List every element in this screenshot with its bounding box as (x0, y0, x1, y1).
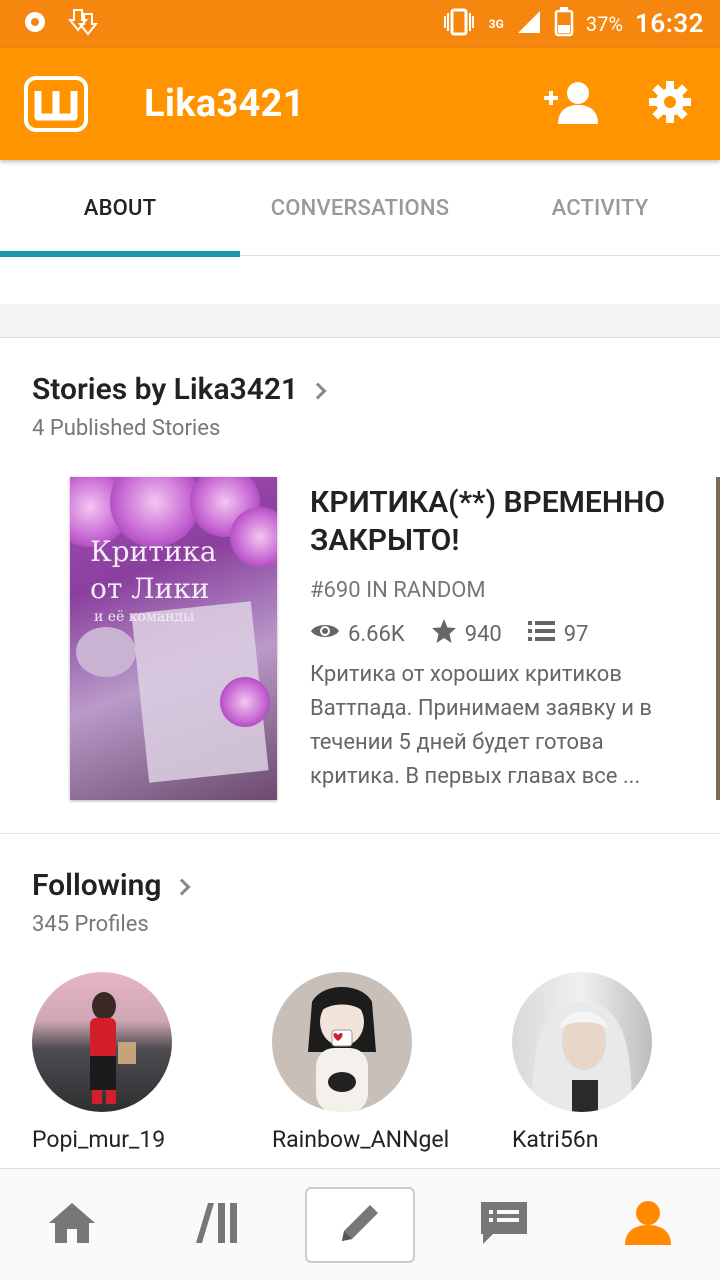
profile-tabs: ABOUT CONVERSATIONS ACTIVITY (0, 160, 720, 257)
story-description: Критика от хороших критиков Ваттпада. Пр… (310, 662, 652, 789)
tab-activity[interactable]: ACTIVITY (480, 160, 720, 256)
following-profile[interactable]: Popi_mur_19 (32, 972, 232, 1153)
votes-count: 940 (464, 621, 502, 647)
notification-dot-icon (24, 11, 46, 37)
app-bar: Lika3421 (0, 48, 720, 160)
divider (0, 833, 720, 834)
reads-count: 6.66K (348, 621, 405, 647)
cover-subtitle: и её команды (94, 609, 195, 625)
network-type: 3G (488, 17, 504, 31)
status-bar: 3G 37% 16:32 (0, 0, 720, 48)
signal-icon (516, 9, 542, 39)
stories-title: Stories by Lika3421 (32, 372, 299, 407)
nav-library[interactable] (161, 1187, 271, 1263)
following-title: Following (32, 868, 162, 903)
following-header[interactable]: Following (32, 868, 190, 903)
avatar[interactable] (272, 972, 412, 1112)
chevron-right-icon (173, 878, 190, 895)
download-icon (67, 8, 100, 40)
cover-title-line-2: от Лики (90, 572, 210, 605)
story-stats: 6.66K 940 97 (310, 618, 615, 650)
list-icon (527, 620, 556, 648)
stories-header[interactable]: Stories by Lika3421 (32, 372, 327, 407)
home-icon (47, 1201, 97, 1249)
profile-name: Popi_mur_19 (32, 1126, 166, 1153)
profile-icon (623, 1199, 673, 1251)
page-title: Lika3421 (144, 82, 305, 126)
battery-icon (554, 7, 574, 41)
parts-count: 97 (563, 621, 589, 647)
tab-about[interactable]: ABOUT (0, 160, 240, 257)
messages-icon (479, 1200, 529, 1250)
nav-messages[interactable] (449, 1187, 559, 1263)
nav-write[interactable] (305, 1187, 415, 1263)
clock: 16:32 (635, 9, 704, 39)
battery-percent: 37% (585, 12, 623, 36)
story-title[interactable]: КРИТИКА(**) ВРЕМЕННО ЗАКРЫТО! (310, 484, 700, 560)
next-story-peek[interactable] (716, 477, 720, 800)
bottom-navigation (0, 1168, 720, 1280)
story-cover[interactable]: Критика от Лики и её команды (70, 477, 277, 800)
vibrate-icon (441, 8, 477, 40)
story-rank: #690 IN RANDOM (310, 578, 486, 603)
wattpad-logo-icon[interactable] (24, 76, 88, 132)
star-icon (431, 618, 457, 650)
pencil-icon (336, 1199, 384, 1251)
cover-title-line-1: Критика (90, 535, 217, 568)
stories-count: 4 Published Stories (32, 416, 221, 441)
avatar[interactable] (512, 972, 652, 1112)
avatar[interactable] (32, 972, 172, 1112)
section-separator (0, 304, 720, 338)
following-profile[interactable]: Katri56n (512, 972, 712, 1153)
nav-profile[interactable] (593, 1187, 703, 1263)
nav-home[interactable] (17, 1187, 127, 1263)
gear-icon[interactable] (648, 80, 692, 128)
profile-name: Rainbow_ANNgel (272, 1126, 450, 1153)
following-count: 345 Profiles (32, 912, 149, 937)
tab-conversations[interactable]: CONVERSATIONS (240, 160, 480, 256)
following-profile[interactable]: Rainbow_ANNgel (272, 972, 472, 1153)
eye-icon (310, 621, 340, 647)
add-friend-icon[interactable] (542, 80, 598, 128)
chevron-right-icon (309, 382, 327, 399)
library-icon (192, 1201, 240, 1249)
profile-name: Katri56n (512, 1126, 599, 1153)
